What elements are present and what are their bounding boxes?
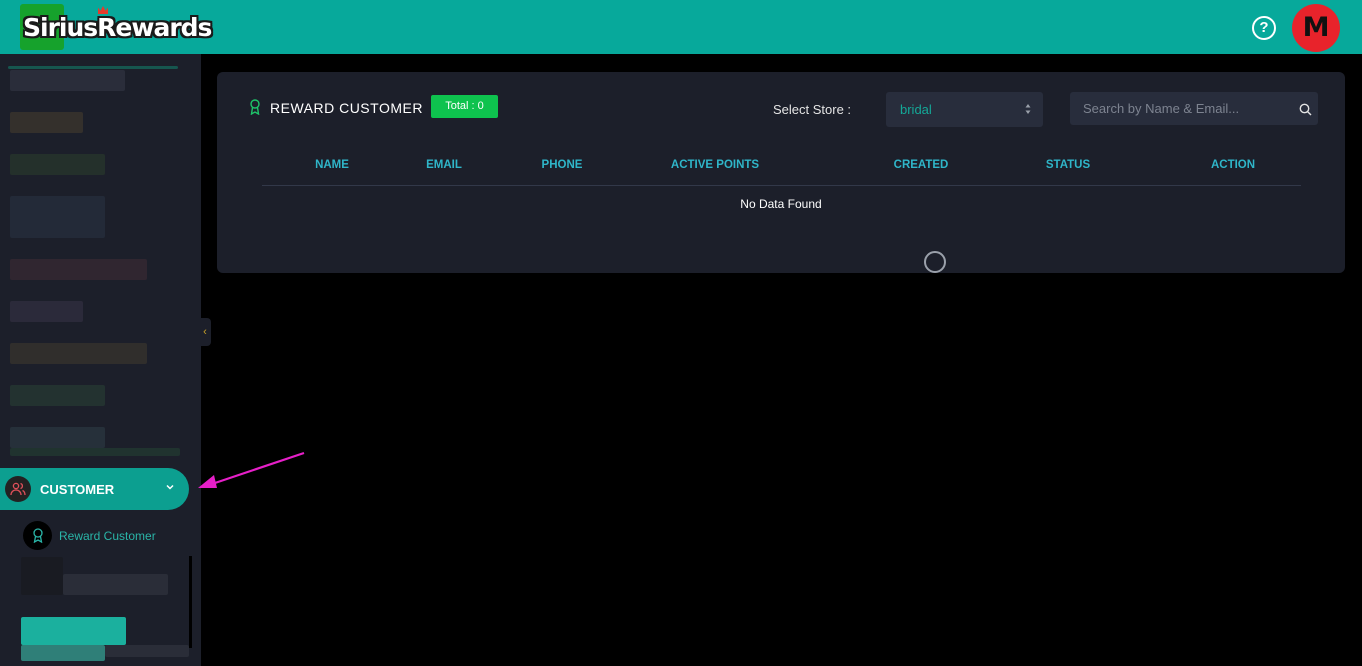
column-header-status[interactable]: STATUS xyxy=(1046,159,1090,171)
search-placeholder: Search by Name & Email... xyxy=(1083,101,1240,116)
blurred-menu-item xyxy=(10,259,147,280)
blurred-menu-item xyxy=(10,112,83,133)
blurred-menu-item xyxy=(10,196,105,238)
sidebar-item-customer[interactable]: CUSTOMER xyxy=(0,468,189,510)
blurred-menu-item xyxy=(10,448,180,456)
blurred-menu-item xyxy=(10,385,105,406)
column-header-phone[interactable]: PHONE xyxy=(542,159,583,171)
award-icon xyxy=(23,521,52,550)
column-header-created[interactable]: CREATED xyxy=(894,159,949,171)
sidebar-scrollbar[interactable] xyxy=(189,556,192,648)
loading-spinner xyxy=(924,251,946,273)
sidebar-collapse-button[interactable]: ‹ xyxy=(199,318,211,346)
blurred-menu-item xyxy=(10,343,147,364)
search-input[interactable]: Search by Name & Email... xyxy=(1070,92,1318,125)
column-header-action[interactable]: ACTION xyxy=(1211,159,1255,171)
sidebar-item-label: CUSTOMER xyxy=(40,482,115,497)
blurred-menu-item xyxy=(21,617,126,645)
reward-customer-card: REWARD CUSTOMER Total : 0 Select Store :… xyxy=(217,72,1345,273)
column-header-active-points[interactable]: ACTIVE POINTS xyxy=(671,159,759,171)
blurred-menu-item xyxy=(10,70,125,91)
award-icon xyxy=(250,99,260,115)
users-icon xyxy=(5,476,31,502)
avatar[interactable]: M xyxy=(1292,4,1340,52)
select-arrows-icon xyxy=(1025,104,1031,114)
empty-state: No Data Found xyxy=(217,197,1345,211)
question-circle-icon[interactable]: ? xyxy=(1252,16,1276,40)
search-icon xyxy=(1299,103,1311,115)
blurred-menu-item xyxy=(105,645,189,657)
column-header-name[interactable]: NAME xyxy=(315,159,349,171)
column-header-email[interactable]: EMAIL xyxy=(426,159,462,171)
annotation-arrow-icon xyxy=(198,451,305,488)
blurred-menu-item xyxy=(63,574,168,595)
blurred-menu-item xyxy=(21,645,105,661)
total-badge: Total : 0 xyxy=(431,95,498,118)
logo-text: SiriusRewards xyxy=(23,12,212,42)
empty-state-text: No Data Found xyxy=(740,197,822,211)
search-button[interactable] xyxy=(1293,94,1317,124)
store-select-value: bridal xyxy=(900,102,932,117)
top-bar: SiriusRewards ? M xyxy=(0,0,1362,54)
blurred-menu-item xyxy=(10,427,105,448)
logo[interactable]: SiriusRewards xyxy=(20,4,212,50)
blurred-menu-item xyxy=(21,557,63,595)
store-select-label: Select Store : xyxy=(773,102,852,117)
blurred-menu-item xyxy=(10,154,105,175)
sidebar: CUSTOMER Reward Customer xyxy=(0,54,201,666)
page-title: REWARD CUSTOMER xyxy=(270,100,423,116)
blurred-menu-item xyxy=(8,66,178,69)
table-header: NAME EMAIL PHONE ACTIVE POINTS CREATED S… xyxy=(262,157,1301,186)
store-select[interactable]: bridal xyxy=(886,92,1043,127)
chevron-down-icon[interactable] xyxy=(164,481,176,493)
sidebar-item-reward-customer[interactable]: Reward Customer xyxy=(59,529,156,543)
blurred-menu-item xyxy=(10,301,83,322)
